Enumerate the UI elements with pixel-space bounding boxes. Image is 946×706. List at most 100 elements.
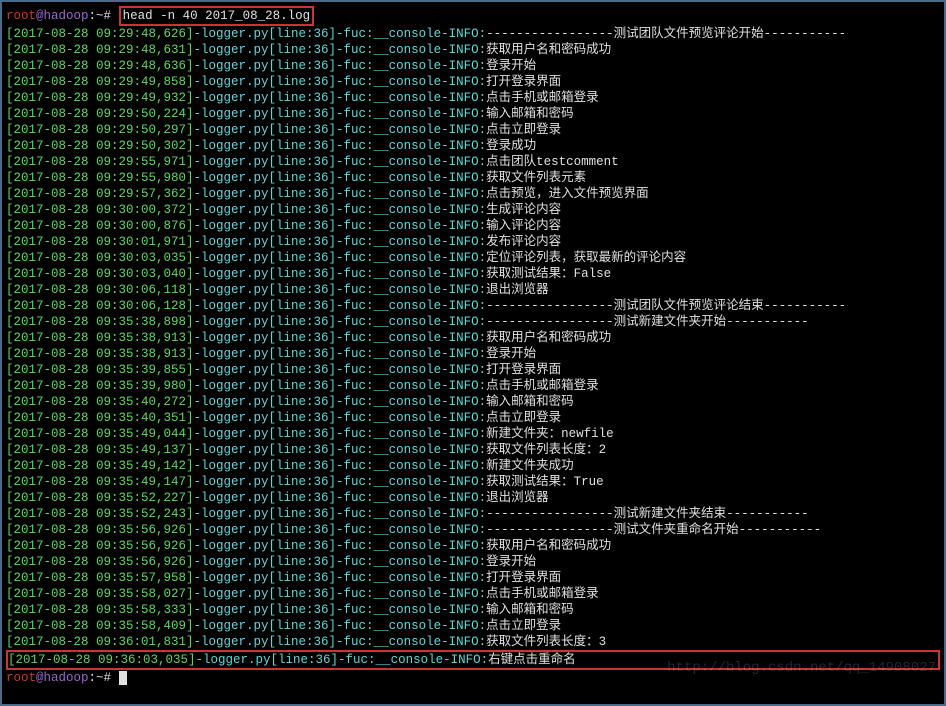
- log-line: [2017-08-28 09:29:55,980]-logger.py[line…: [6, 170, 940, 186]
- log-timestamp: [2017-08-28 09:35:40,272]: [6, 395, 194, 409]
- log-timestamp: [2017-08-28 09:35:49,147]: [6, 475, 194, 489]
- log-source: -logger.py[line:36]-fuc:__console-INFO:: [194, 427, 487, 441]
- highlighted-log-line: [2017-08-28 09:36:03,035]-logger.py[line…: [6, 650, 940, 670]
- log-source: -logger.py[line:36]-fuc:__console-INFO:: [194, 347, 487, 361]
- log-source: -logger.py[line:36]-fuc:__console-INFO:: [194, 107, 487, 121]
- log-timestamp: [2017-08-28 09:35:38,913]: [6, 347, 194, 361]
- log-timestamp: [2017-08-28 09:30:06,118]: [6, 283, 194, 297]
- log-source: -logger.py[line:36]-fuc:__console-INFO:: [194, 571, 487, 585]
- log-timestamp: [2017-08-28 09:29:55,971]: [6, 155, 194, 169]
- log-message: 输入邮箱和密码: [486, 107, 574, 121]
- log-line: [2017-08-28 09:30:00,876]-logger.py[line…: [6, 218, 940, 234]
- log-source: -logger.py[line:36]-fuc:__console-INFO:: [194, 299, 487, 313]
- log-message: 获取用户名和密码成功: [486, 43, 611, 57]
- log-message: 点击手机或邮箱登录: [486, 91, 599, 105]
- log-message: 获取测试结果：True: [486, 475, 604, 489]
- log-timestamp: [2017-08-28 09:35:38,898]: [6, 315, 194, 329]
- log-source: -logger.py[line:36]-fuc:__console-INFO:: [194, 91, 487, 105]
- log-source: -logger.py[line:36]-fuc:__console-INFO:: [194, 363, 487, 377]
- log-line: [2017-08-28 09:35:39,855]-logger.py[line…: [6, 362, 940, 378]
- log-message: -----------------测试文件夹重命名开始-----------: [486, 523, 821, 537]
- command-prompt-line: root@hadoop:~# head -n 40 2017_08_28.log: [6, 6, 940, 26]
- log-message: 输入邮箱和密码: [486, 395, 574, 409]
- log-line: [2017-08-28 09:35:38,913]-logger.py[line…: [6, 330, 940, 346]
- prompt-host: hadoop: [44, 9, 89, 23]
- log-source: -logger.py[line:36]-fuc:__console-INFO:: [194, 315, 487, 329]
- log-source: -logger.py[line:36]-fuc:__console-INFO:: [194, 123, 487, 137]
- log-timestamp: [2017-08-28 09:29:50,302]: [6, 139, 194, 153]
- log-timestamp: [2017-08-28 09:35:56,926]: [6, 523, 194, 537]
- prompt-user: root: [6, 671, 36, 685]
- log-line: [2017-08-28 09:29:48,631]-logger.py[line…: [6, 42, 940, 58]
- prompt-host: hadoop: [44, 671, 89, 685]
- log-timestamp: [2017-08-28 09:35:49,137]: [6, 443, 194, 457]
- log-source: -logger.py[line:36]-fuc:__console-INFO:: [194, 379, 487, 393]
- log-message: 获取文件列表长度：2: [486, 443, 606, 457]
- log-message: 定位评论列表，获取最新的评论内容: [486, 251, 686, 265]
- log-message: -----------------测试新建文件夹结束-----------: [486, 507, 809, 521]
- log-timestamp: [2017-08-28 09:35:39,980]: [6, 379, 194, 393]
- log-timestamp: [2017-08-28 09:36:03,035]: [8, 653, 196, 667]
- log-timestamp: [2017-08-28 09:35:49,044]: [6, 427, 194, 441]
- log-timestamp: [2017-08-28 09:35:49,142]: [6, 459, 194, 473]
- log-message: 获取用户名和密码成功: [486, 331, 611, 345]
- log-source: -logger.py[line:36]-fuc:__console-INFO:: [194, 331, 487, 345]
- log-line: [2017-08-28 09:29:49,858]-logger.py[line…: [6, 74, 940, 90]
- log-source: -logger.py[line:36]-fuc:__console-INFO:: [194, 635, 487, 649]
- log-message: 生成评论内容: [486, 203, 561, 217]
- log-timestamp: [2017-08-28 09:35:52,243]: [6, 507, 194, 521]
- log-source: -logger.py[line:36]-fuc:__console-INFO:: [194, 475, 487, 489]
- log-timestamp: [2017-08-28 09:29:50,297]: [6, 123, 194, 137]
- log-timestamp: [2017-08-28 09:36:01,831]: [6, 635, 194, 649]
- log-timestamp: [2017-08-28 09:29:48,626]: [6, 27, 194, 41]
- log-source: -logger.py[line:36]-fuc:__console-INFO:: [194, 235, 487, 249]
- log-line: [2017-08-28 09:35:38,913]-logger.py[line…: [6, 346, 940, 362]
- log-timestamp: [2017-08-28 09:30:01,971]: [6, 235, 194, 249]
- log-line: [2017-08-28 09:35:49,147]-logger.py[line…: [6, 474, 940, 490]
- log-line: [2017-08-28 09:30:01,971]-logger.py[line…: [6, 234, 940, 250]
- log-source: -logger.py[line:36]-fuc:__console-INFO:: [194, 603, 487, 617]
- log-line: [2017-08-28 09:30:03,035]-logger.py[line…: [6, 250, 940, 266]
- log-line: [2017-08-28 09:29:50,297]-logger.py[line…: [6, 122, 940, 138]
- log-message: 新建文件夹成功: [486, 459, 574, 473]
- log-line: [2017-08-28 09:29:55,971]-logger.py[line…: [6, 154, 940, 170]
- log-line: [2017-08-28 09:29:48,626]-logger.py[line…: [6, 26, 940, 42]
- log-line: [2017-08-28 09:35:58,027]-logger.py[line…: [6, 586, 940, 602]
- log-message: 退出浏览器: [486, 283, 549, 297]
- log-message: 点击团队testcomment: [486, 155, 619, 169]
- log-timestamp: [2017-08-28 09:30:00,372]: [6, 203, 194, 217]
- log-timestamp: [2017-08-28 09:29:48,636]: [6, 59, 194, 73]
- log-message: 点击预览，进入文件预览界面: [486, 187, 649, 201]
- log-line: [2017-08-28 09:30:00,372]-logger.py[line…: [6, 202, 940, 218]
- log-source: -logger.py[line:36]-fuc:__console-INFO:: [194, 171, 487, 185]
- log-timestamp: [2017-08-28 09:35:39,855]: [6, 363, 194, 377]
- log-timestamp: [2017-08-28 09:29:55,980]: [6, 171, 194, 185]
- terminal-output: root@hadoop:~# head -n 40 2017_08_28.log…: [6, 6, 940, 686]
- log-line: [2017-08-28 09:35:40,272]-logger.py[line…: [6, 394, 940, 410]
- log-line: [2017-08-28 09:35:57,958]-logger.py[line…: [6, 570, 940, 586]
- log-line: [2017-08-28 09:35:40,351]-logger.py[line…: [6, 410, 940, 426]
- log-message: 点击立即登录: [486, 619, 561, 633]
- log-source: -logger.py[line:36]-fuc:__console-INFO:: [194, 523, 487, 537]
- log-message: 打开登录界面: [486, 75, 561, 89]
- prompt-at: @: [36, 671, 44, 685]
- log-source: -logger.py[line:36]-fuc:__console-INFO:: [194, 491, 487, 505]
- log-timestamp: [2017-08-28 09:35:56,926]: [6, 555, 194, 569]
- log-line: [2017-08-28 09:29:57,362]-logger.py[line…: [6, 186, 940, 202]
- command-prompt-line-end: root@hadoop:~#: [6, 670, 940, 686]
- log-source: -logger.py[line:36]-fuc:__console-INFO:: [194, 43, 487, 57]
- log-timestamp: [2017-08-28 09:35:57,958]: [6, 571, 194, 585]
- log-source: -logger.py[line:36]-fuc:__console-INFO:: [194, 27, 487, 41]
- log-message: 点击手机或邮箱登录: [486, 379, 599, 393]
- command-text[interactable]: head -n 40 2017_08_28.log: [123, 9, 311, 23]
- log-source: -logger.py[line:36]-fuc:__console-INFO:: [194, 411, 487, 425]
- log-timestamp: [2017-08-28 09:30:03,040]: [6, 267, 194, 281]
- log-source: -logger.py[line:36]-fuc:__console-INFO:: [194, 75, 487, 89]
- log-source: -logger.py[line:36]-fuc:__console-INFO:: [194, 539, 487, 553]
- log-timestamp: [2017-08-28 09:35:38,913]: [6, 331, 194, 345]
- cursor[interactable]: [119, 671, 127, 685]
- log-output: [2017-08-28 09:29:48,626]-logger.py[line…: [6, 26, 940, 650]
- log-source: -logger.py[line:36]-fuc:__console-INFO:: [194, 267, 487, 281]
- log-source: -logger.py[line:36]-fuc:__console-INFO:: [194, 251, 487, 265]
- prompt-path: :~#: [89, 671, 112, 685]
